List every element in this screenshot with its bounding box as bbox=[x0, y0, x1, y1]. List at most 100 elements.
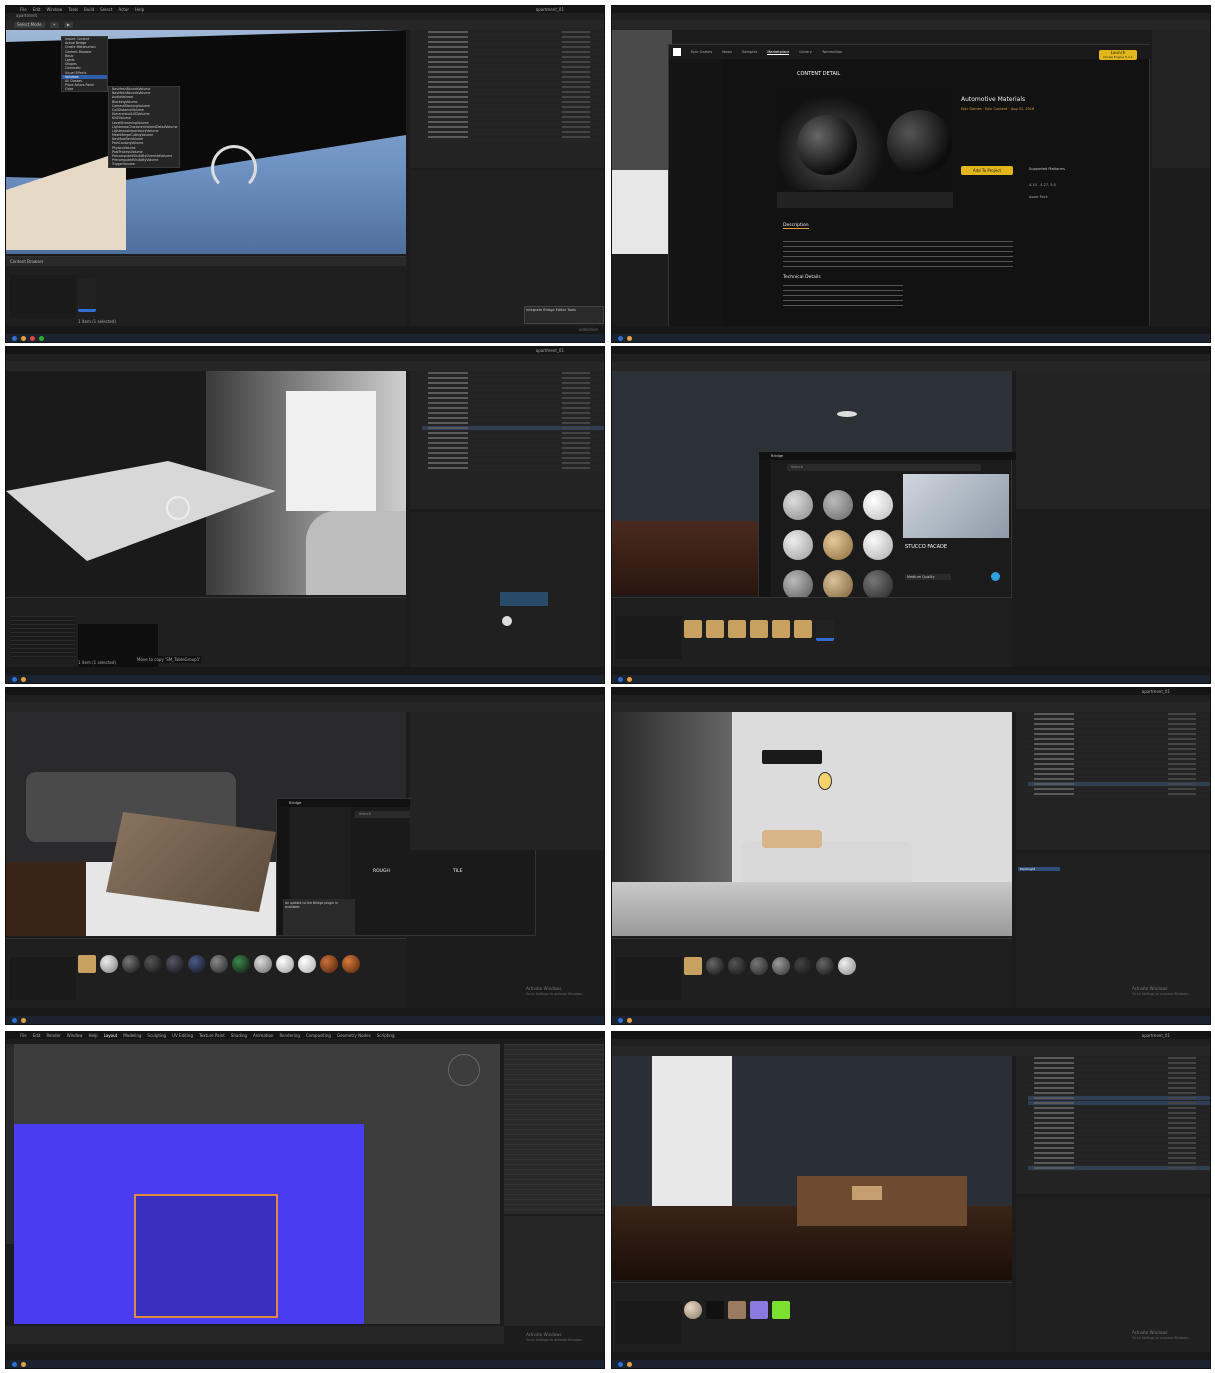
level-viewport[interactable] bbox=[612, 30, 672, 254]
nav-twinmotion[interactable]: Twinmotion bbox=[822, 50, 842, 54]
menu-render[interactable]: Render bbox=[46, 1033, 60, 1038]
mesh-thumbnail[interactable] bbox=[706, 1301, 724, 1319]
outliner-panel[interactable] bbox=[1152, 30, 1210, 168]
light-gizmo-icon[interactable] bbox=[211, 145, 257, 191]
texture-thumbnail[interactable] bbox=[750, 1301, 768, 1319]
material-sphere[interactable] bbox=[823, 490, 853, 520]
workspace-layout[interactable]: Layout bbox=[104, 1033, 118, 1038]
material-thumbnail[interactable] bbox=[342, 955, 360, 973]
material-thumbnail[interactable] bbox=[838, 957, 856, 975]
menu-edit[interactable]: Edit bbox=[33, 7, 41, 12]
menu-window[interactable]: Window bbox=[67, 1033, 83, 1038]
level-tab[interactable] bbox=[612, 1039, 1210, 1046]
outliner-panel[interactable] bbox=[1016, 1056, 1210, 1194]
quality-select[interactable]: Medium Quality bbox=[905, 574, 951, 580]
selected-mesh-outline[interactable] bbox=[134, 1194, 278, 1318]
material-sphere[interactable] bbox=[863, 490, 893, 520]
tv-cabinet[interactable] bbox=[797, 1176, 967, 1226]
workspace-animation[interactable]: Animation bbox=[253, 1033, 273, 1038]
workspace-shading[interactable]: Shading bbox=[231, 1033, 247, 1038]
start-icon[interactable] bbox=[12, 335, 17, 341]
description-tab[interactable]: Description bbox=[783, 223, 809, 229]
level-tab[interactable] bbox=[6, 695, 604, 702]
add-actor-button[interactable]: + bbox=[49, 22, 59, 28]
material-thumbnail[interactable] bbox=[706, 957, 724, 975]
blender-properties[interactable] bbox=[504, 1216, 604, 1326]
level-tab[interactable] bbox=[612, 354, 1210, 361]
material-sphere[interactable] bbox=[823, 570, 853, 600]
launch-button[interactable]: Launch Unreal Engine 5.1.1 bbox=[1099, 50, 1137, 60]
light-gizmo-icon[interactable] bbox=[166, 496, 190, 520]
folder-icon[interactable] bbox=[684, 957, 702, 975]
menu-select[interactable]: Select bbox=[100, 7, 112, 12]
folder-icon[interactable] bbox=[750, 620, 768, 638]
category-tile[interactable]: TILE bbox=[453, 869, 462, 874]
folder-tree[interactable] bbox=[616, 616, 682, 659]
material-thumbnail[interactable] bbox=[816, 957, 834, 975]
folder-tree[interactable] bbox=[616, 1301, 682, 1344]
menu-window[interactable]: Window bbox=[46, 7, 62, 12]
menu-edit[interactable]: Edit bbox=[33, 1033, 41, 1038]
bridge-sidebar[interactable] bbox=[759, 460, 771, 600]
workspace-compositing[interactable]: Compositing bbox=[306, 1033, 331, 1038]
workspace-uv-editing[interactable]: UV Editing bbox=[172, 1033, 193, 1038]
level-tab[interactable] bbox=[612, 695, 1210, 702]
blender-outliner[interactable] bbox=[504, 1044, 604, 1214]
level-viewport[interactable]: Import Content Actual Bridge Create Meta… bbox=[6, 30, 406, 254]
texture-thumbnail[interactable] bbox=[772, 1301, 790, 1319]
material-sphere[interactable] bbox=[783, 570, 813, 600]
material-thumbnail[interactable] bbox=[166, 955, 184, 973]
workspace-scripting[interactable]: Scripting bbox=[377, 1033, 395, 1038]
material-thumbnail[interactable] bbox=[188, 955, 206, 973]
outliner-panel[interactable] bbox=[1016, 371, 1210, 509]
nav-marketplace[interactable]: Marketplace bbox=[767, 50, 790, 55]
folder-icon[interactable] bbox=[728, 620, 746, 638]
menu-actor[interactable]: Actor bbox=[118, 7, 129, 12]
material-sphere[interactable] bbox=[783, 490, 813, 520]
add-to-project-button[interactable]: Add To Project bbox=[961, 166, 1013, 175]
details-panel[interactable] bbox=[410, 171, 604, 326]
outliner-panel[interactable] bbox=[410, 30, 604, 168]
outliner-panel[interactable] bbox=[1016, 712, 1210, 850]
material-thumbnail[interactable] bbox=[728, 957, 746, 975]
workspace-texture-paint[interactable]: Texture Paint bbox=[199, 1033, 225, 1038]
texture-thumbnail[interactable] bbox=[728, 1301, 746, 1319]
folder-icon[interactable] bbox=[772, 620, 790, 638]
menu-help[interactable]: Help bbox=[88, 1033, 97, 1038]
asset-thumbnail[interactable] bbox=[816, 620, 834, 641]
level-viewport[interactable] bbox=[612, 712, 1012, 936]
explorer-icon[interactable] bbox=[21, 335, 26, 341]
submenu-item[interactable]: TriggerVolume bbox=[109, 162, 179, 166]
content-browser[interactable] bbox=[612, 938, 1012, 1008]
category-rough[interactable]: ROUGH bbox=[373, 869, 390, 874]
ctx-cube[interactable]: Cube bbox=[62, 87, 107, 91]
material-thumbnail[interactable] bbox=[144, 955, 162, 973]
folder-icon[interactable] bbox=[706, 620, 724, 638]
app-icon[interactable] bbox=[30, 335, 35, 341]
content-browser[interactable]: Move to copy 'SM_TableGroup1' 1 item (1 … bbox=[6, 597, 406, 674]
outliner-panel[interactable] bbox=[410, 371, 604, 509]
bridge-window[interactable]: Bridge Search STUCCO FACADE Medium Quali… bbox=[758, 451, 1023, 601]
light-bulb-icon[interactable] bbox=[818, 772, 832, 790]
workspace-rendering[interactable]: Rendering bbox=[279, 1033, 299, 1038]
folder-icon[interactable] bbox=[684, 620, 702, 638]
epic-launcher-window[interactable]: Epic Games News Samples Marketplace Libr… bbox=[668, 44, 1153, 332]
bridge-notification[interactable]: Integrate Bridge Editor Tools bbox=[524, 306, 604, 324]
menu-help[interactable]: Help bbox=[135, 7, 144, 12]
content-browser[interactable] bbox=[6, 938, 406, 1008]
workspace-modeling[interactable]: Modeling bbox=[123, 1033, 141, 1038]
menu-tools[interactable]: Tools bbox=[68, 7, 78, 12]
material-thumbnail[interactable] bbox=[100, 955, 118, 973]
details-panel[interactable]: PointLight bbox=[1016, 853, 1210, 1008]
nav-samples[interactable]: Samples bbox=[742, 50, 757, 54]
folder-tree[interactable] bbox=[10, 616, 76, 659]
material-sphere[interactable] bbox=[863, 570, 893, 600]
menu-build[interactable]: Build bbox=[84, 7, 94, 12]
selected-component[interactable]: PointLight bbox=[1018, 867, 1060, 871]
material-thumbnail[interactable] bbox=[232, 955, 250, 973]
level-viewport[interactable] bbox=[612, 1056, 1012, 1280]
content-browser[interactable] bbox=[612, 597, 1012, 667]
folder-icon[interactable] bbox=[78, 955, 96, 973]
details-panel[interactable] bbox=[1016, 1197, 1210, 1352]
workspace-geometry-nodes[interactable]: Geometry Nodes bbox=[337, 1033, 371, 1038]
